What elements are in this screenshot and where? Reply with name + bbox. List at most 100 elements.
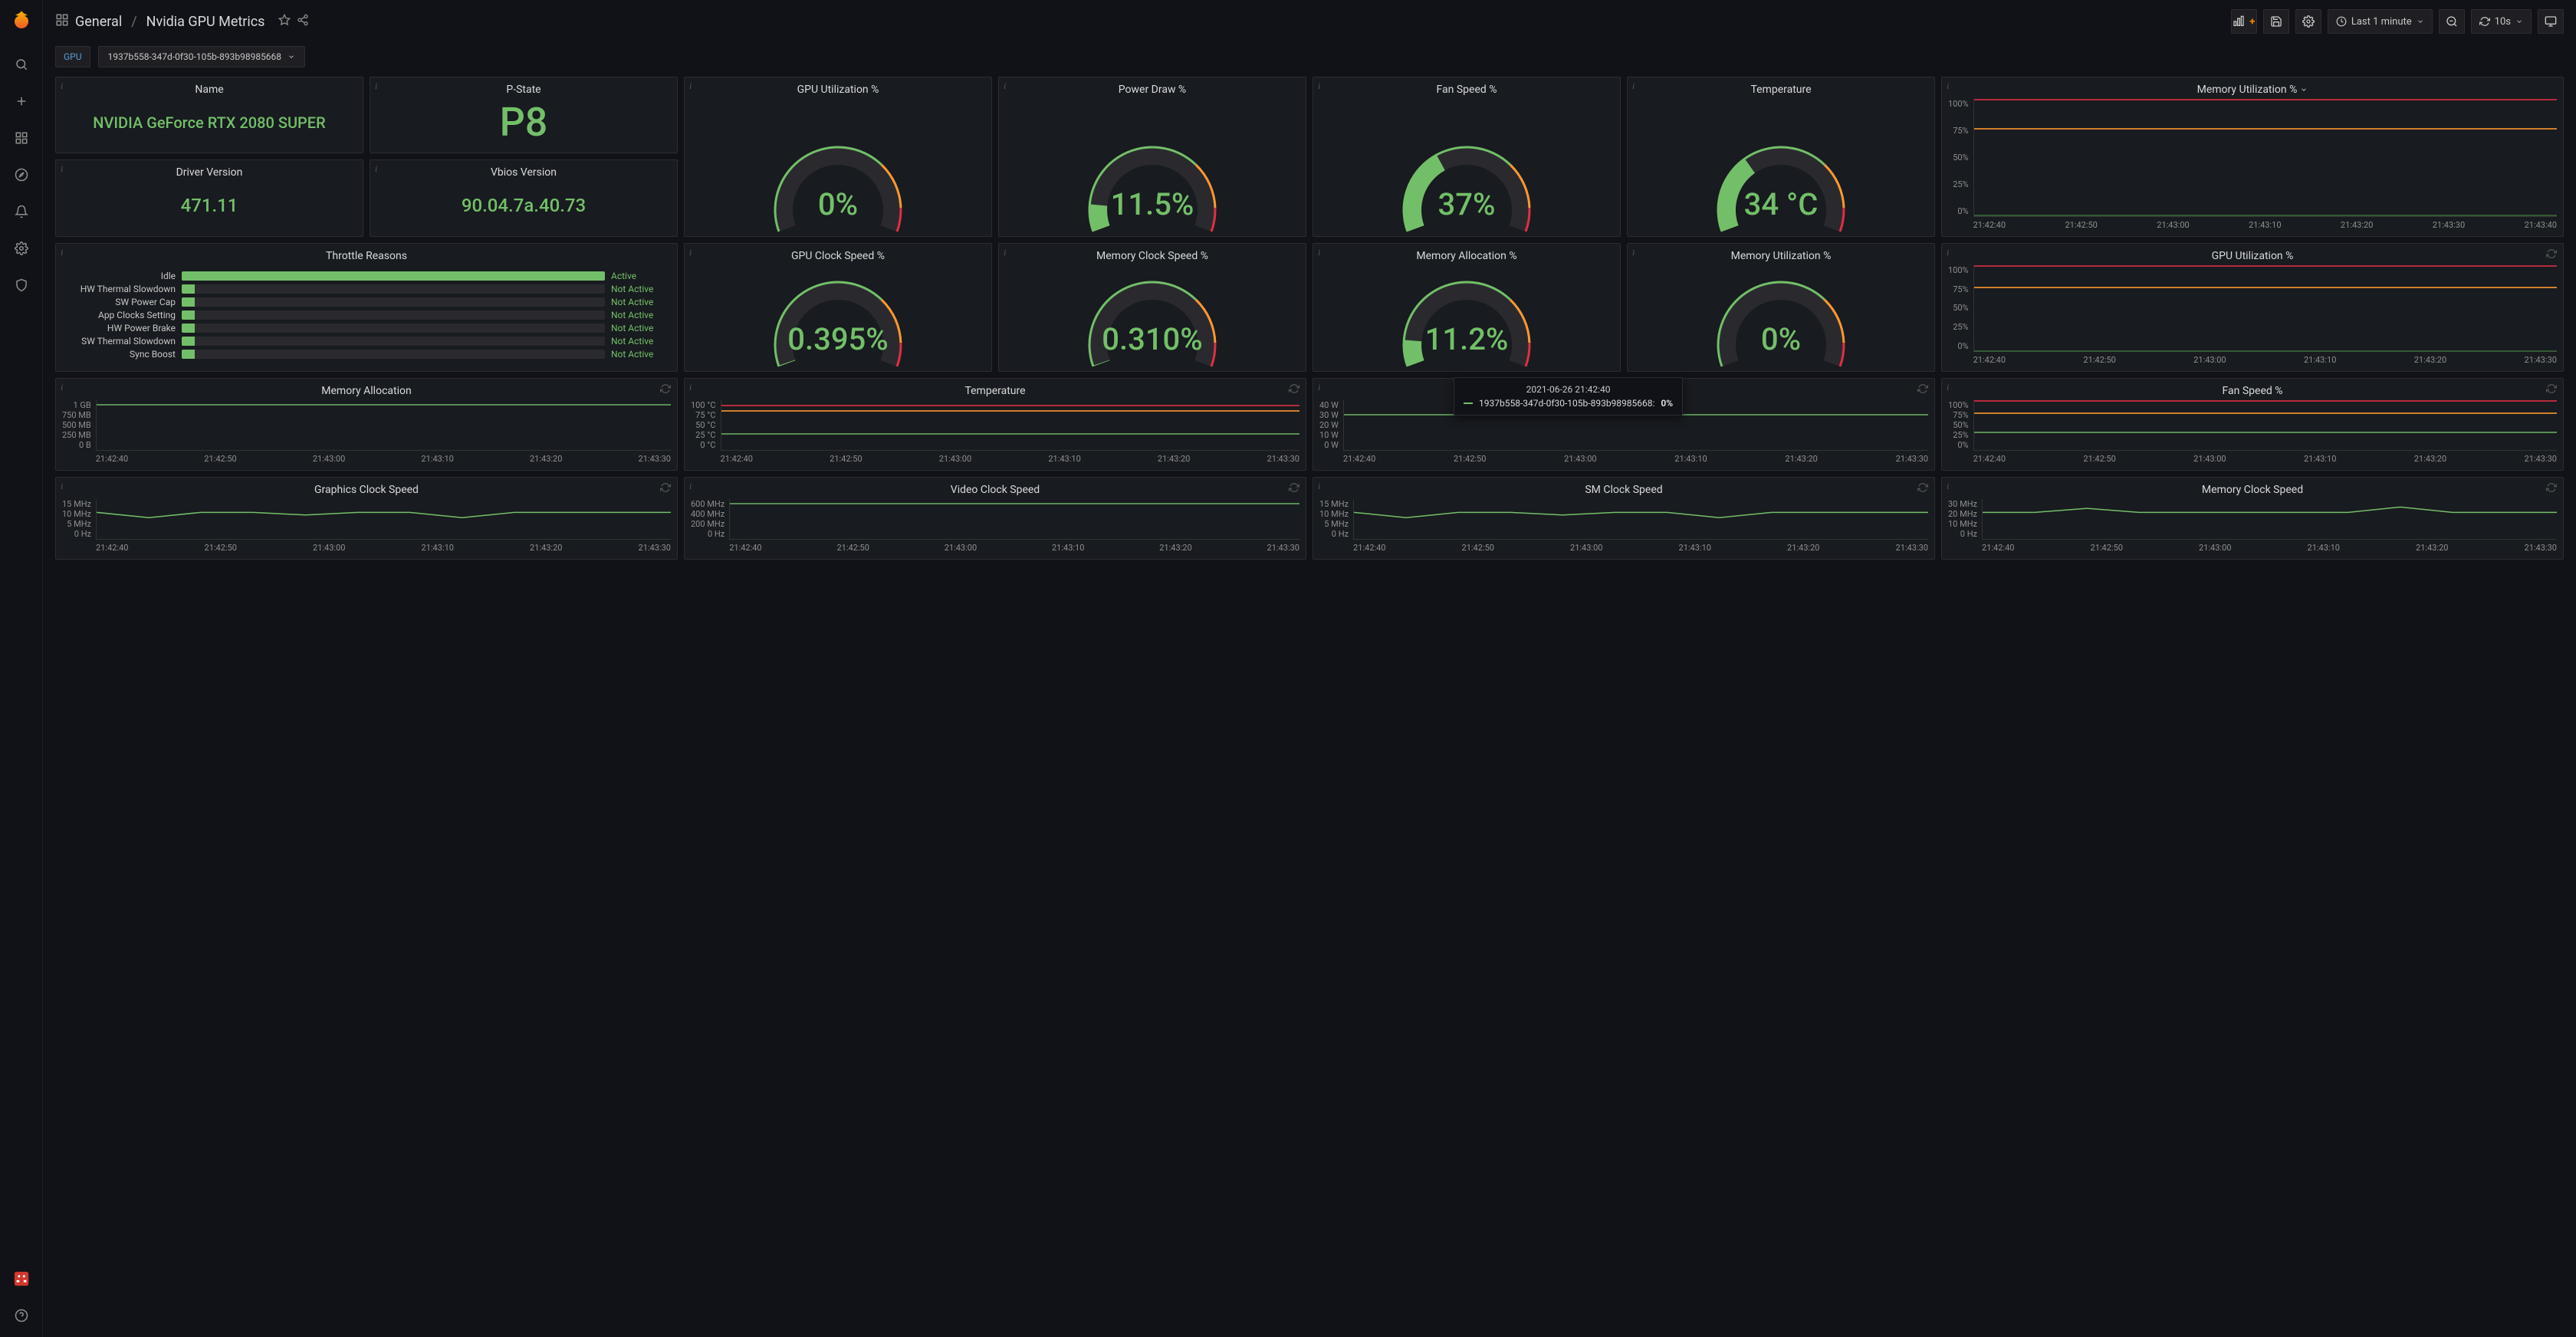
plot-area[interactable]: [729, 499, 1300, 540]
plot-area[interactable]: [96, 499, 671, 540]
panel-fan-speed-gauge[interactable]: i Fan Speed % 37%: [1313, 77, 1621, 237]
gauge: 11.5%: [1083, 141, 1221, 225]
plot-area[interactable]: [1973, 99, 2557, 217]
gauge-value: 34 °C: [1712, 186, 1850, 222]
breadcrumb: General / Nvidia GPU Metrics: [75, 14, 264, 30]
plus-icon[interactable]: [6, 86, 37, 117]
y-axis: 40 W30 W20 W10 W0 W: [1319, 400, 1343, 464]
shield-icon[interactable]: [6, 270, 37, 301]
x-axis: 21:42:4021:42:5021:43:0021:43:1021:43:20…: [1353, 540, 1928, 553]
y-axis: 600 MHz400 MHz200 MHz0 Hz: [691, 499, 729, 553]
panel-temperature-gauge[interactable]: i Temperature 34 °C: [1627, 77, 1935, 237]
plot-area[interactable]: [1973, 400, 2557, 451]
stat-value: NVIDIA GeForce RTX 2080 SUPER: [93, 113, 325, 132]
panel-vid-clock-ts[interactable]: i Video Clock Speed 600 MHz400 MHz200 MH…: [684, 477, 1306, 560]
add-panel-button[interactable]: +: [2231, 9, 2257, 34]
panel-title: Graphics Clock Speed: [314, 484, 419, 496]
panel-title: GPU Utilization %: [797, 84, 879, 96]
tv-mode-button[interactable]: [2538, 9, 2564, 34]
dashboard-grid: i Name NVIDIA GeForce RTX 2080 SUPER i P…: [43, 77, 2576, 572]
throttle-row: HW Power Brake Not Active: [68, 323, 665, 333]
gauge: 0%: [769, 141, 907, 225]
breadcrumb-dashboard[interactable]: Nvidia GPU Metrics: [146, 14, 265, 30]
panel-driver[interactable]: i Driver Version 471.11: [55, 159, 363, 236]
y-axis: 1 GB750 MB500 MB250 MB0 B: [62, 400, 96, 464]
panel-title: P-State: [506, 84, 540, 96]
panel-name[interactable]: i Name NVIDIA GeForce RTX 2080 SUPER: [55, 77, 363, 153]
help-icon[interactable]: [6, 1300, 37, 1331]
chevron-down-icon: [2300, 86, 2308, 94]
plot-area[interactable]: [1982, 499, 2557, 540]
settings-button[interactable]: [2295, 9, 2321, 34]
plot-area[interactable]: [96, 400, 671, 451]
panel-title: Driver Version: [176, 166, 243, 179]
avatar-icon[interactable]: [6, 1263, 37, 1294]
alerting-icon[interactable]: [6, 196, 37, 227]
grafana-logo[interactable]: [9, 9, 34, 34]
gauge-value: 0%: [769, 186, 907, 222]
panel-gpu-util-ts[interactable]: i GPU Utilization % 100%75%50%25%0% 21:4…: [1941, 243, 2564, 372]
panel-temp-ts[interactable]: i Temperature 100 °C75 °C50 °C25 °C0 °C …: [684, 378, 1306, 471]
explore-icon[interactable]: [6, 159, 37, 190]
throttle-label: SW Power Cap: [68, 297, 176, 307]
throttle-row: SW Thermal Slowdown Not Active: [68, 336, 665, 347]
panel-sm-clock-ts[interactable]: i SM Clock Speed 15 MHz10 MHz5 MHz0 Hz 2…: [1313, 477, 1935, 560]
throttle-label: Idle: [68, 271, 176, 281]
nav-sidebar: [0, 0, 43, 1337]
refresh-interval: 10s: [2495, 16, 2511, 28]
throttle-row: App Clocks Setting Not Active: [68, 310, 665, 320]
share-icon[interactable]: [297, 14, 309, 29]
panel-mem-clock-gauge[interactable]: i Memory Clock Speed % 0.310%: [998, 243, 1306, 372]
panel-title: Fan Speed %: [2223, 385, 2283, 397]
tooltip-series-name: 1937b558-347d-0f30-105b-893b98985668:: [1479, 398, 1654, 409]
panel-mem-clock-ts[interactable]: i Memory Clock Speed 30 MHz20 MHz10 MHz0…: [1941, 477, 2564, 560]
chevron-down-icon: [2417, 18, 2424, 25]
gauge: 11.2%: [1398, 276, 1536, 360]
throttle-label: App Clocks Setting: [68, 310, 176, 320]
panel-title: Temperature: [1750, 84, 1811, 96]
panel-throttle[interactable]: i Throttle Reasons Idle ActiveHW Thermal…: [55, 243, 678, 372]
topbar: General / Nvidia GPU Metrics + Last 1 mi…: [43, 0, 2576, 43]
zoom-out-button[interactable]: [2439, 9, 2465, 34]
plot-area[interactable]: [1973, 265, 2557, 352]
search-icon[interactable]: [6, 49, 37, 80]
star-icon[interactable]: [278, 14, 291, 29]
timepicker-button[interactable]: Last 1 minute: [2328, 9, 2433, 34]
y-axis: 100%75%50%25%0%: [1948, 265, 1973, 365]
panel-power-draw-gauge[interactable]: i Power Draw % 11.5%: [998, 77, 1306, 237]
panel-mem-alloc-gauge[interactable]: i Memory Allocation % 11.2%: [1313, 243, 1621, 372]
panel-gpu-util-gauge[interactable]: i GPU Utilization % 0%: [684, 77, 992, 237]
tooltip-time: 2021-06-26 21:42:40: [1464, 384, 1673, 395]
stat-value: P8: [500, 99, 548, 146]
breadcrumb-folder[interactable]: General: [75, 14, 122, 30]
panel-gfx-clock-ts[interactable]: i Graphics Clock Speed 15 MHz10 MHz5 MHz…: [55, 477, 678, 560]
throttle-bar: [182, 284, 605, 294]
stat-value: 471.11: [181, 195, 238, 217]
panel-pstate[interactable]: i P-State P8: [370, 77, 678, 153]
x-axis: 21:42:4021:42:5021:43:0021:43:1021:43:20…: [1343, 451, 1928, 464]
plot-area[interactable]: [1353, 499, 1928, 540]
variable-bar: GPU 1937b558-347d-0f30-105b-893b98985668: [43, 43, 2576, 77]
dashboards-icon[interactable]: [6, 123, 37, 153]
panel-fan-ts[interactable]: i Fan Speed % 100%75%50%25%0% 21:42:4021…: [1941, 378, 2564, 471]
panel-mem-alloc-ts[interactable]: i Memory Allocation 1 GB750 MB500 MB250 …: [55, 378, 678, 471]
panel-title: GPU Utilization %: [2212, 250, 2294, 262]
throttle-row: Idle Active: [68, 271, 665, 281]
panel-mem-util-gauge[interactable]: i Memory Utilization % 0%: [1627, 243, 1935, 372]
panel-vbios[interactable]: i Vbios Version 90.04.7a.40.73: [370, 159, 678, 236]
y-axis: 15 MHz10 MHz5 MHz0 Hz: [62, 499, 96, 553]
variable-value: 1937b558-347d-0f30-105b-893b98985668: [108, 51, 282, 62]
panel-mem-util-ts[interactable]: i Memory Utilization % 100%75%50%25%0% 2…: [1941, 77, 2564, 237]
variable-label: GPU: [55, 46, 90, 67]
throttle-bar: [182, 271, 605, 281]
throttle-label: SW Thermal Slowdown: [68, 336, 176, 347]
configuration-icon[interactable]: [6, 233, 37, 264]
panel-title: Memory Clock Speed: [2202, 484, 2303, 496]
plot-area[interactable]: [721, 400, 1300, 451]
dashboard-grid-icon[interactable]: [55, 13, 69, 30]
panel-gpu-clock-gauge[interactable]: i GPU Clock Speed % 0.395%: [684, 243, 992, 372]
tooltip-value: 0%: [1661, 398, 1673, 409]
save-button[interactable]: [2263, 9, 2289, 34]
refresh-button[interactable]: 10s: [2471, 9, 2532, 34]
variable-dropdown[interactable]: 1937b558-347d-0f30-105b-893b98985668: [98, 46, 306, 67]
